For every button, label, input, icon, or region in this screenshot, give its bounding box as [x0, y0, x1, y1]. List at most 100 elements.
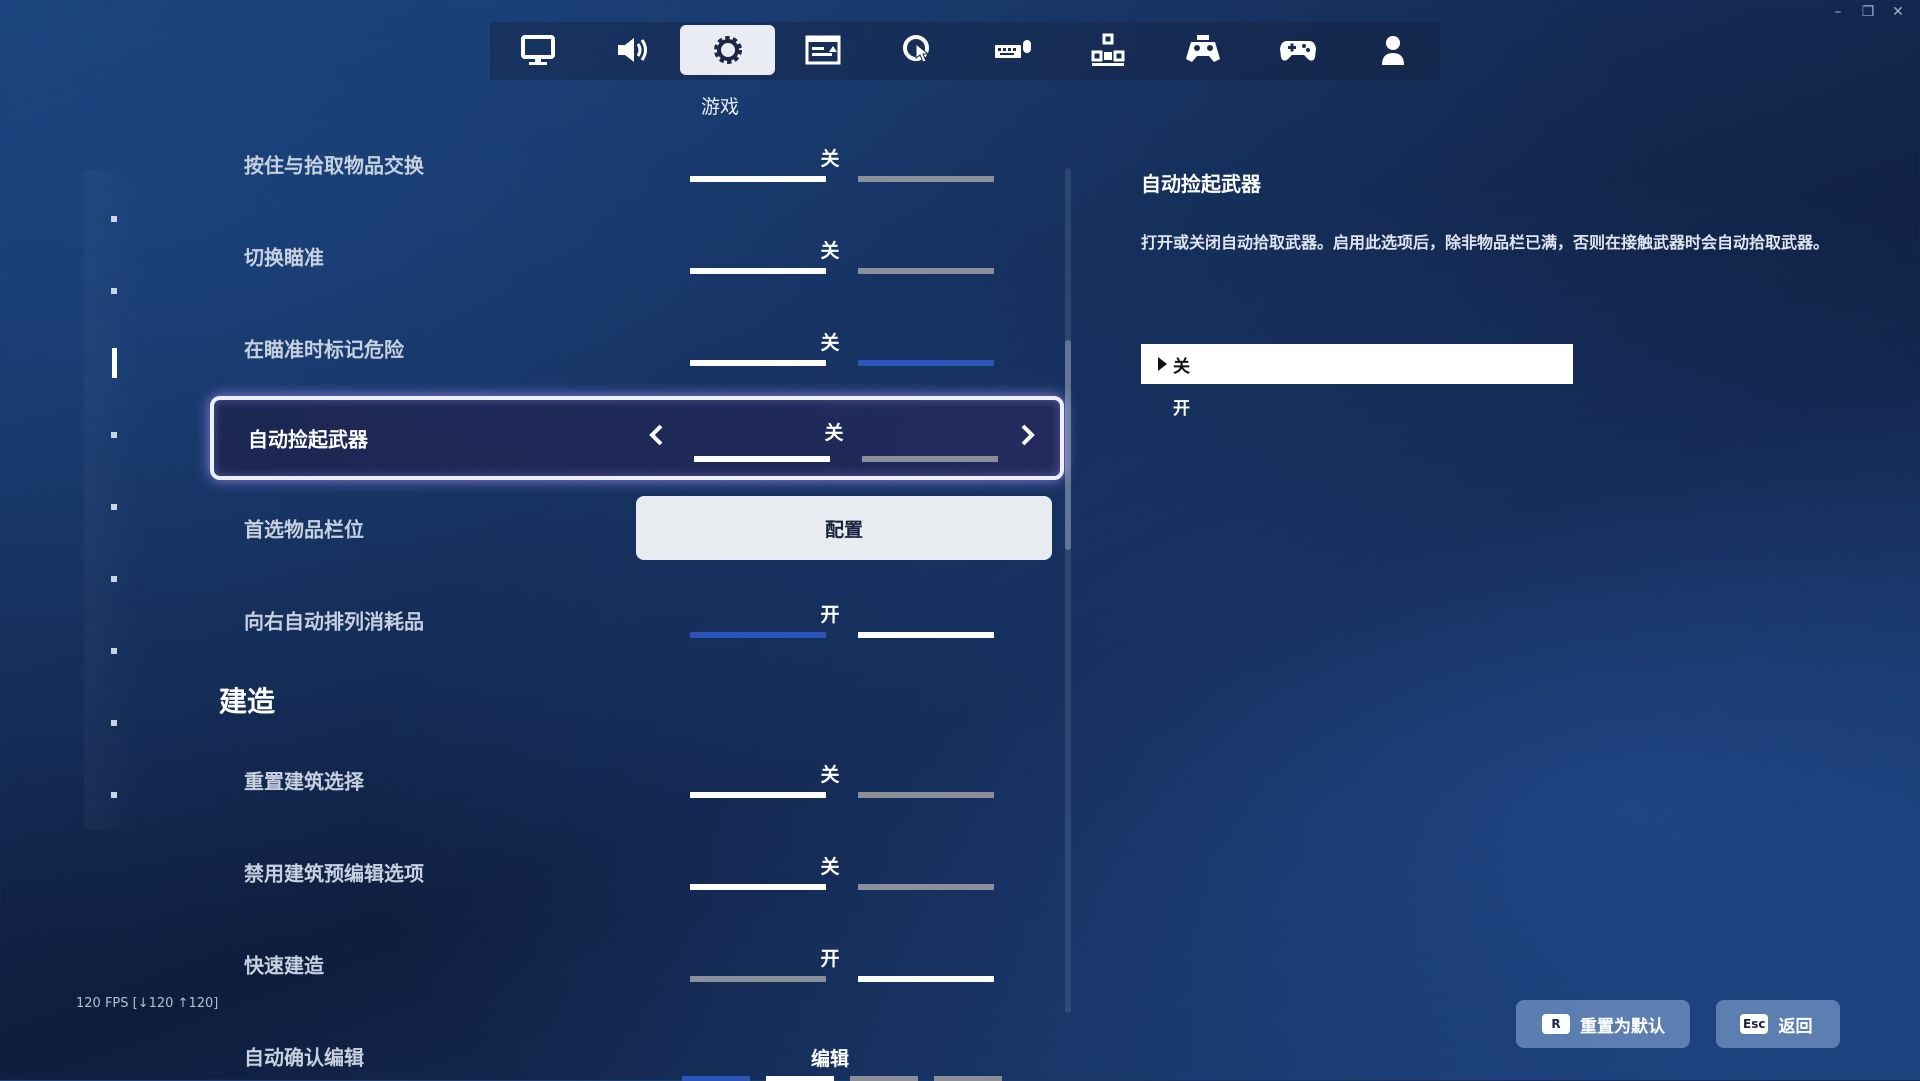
- section-dot[interactable]: [111, 648, 117, 654]
- controller-buttons-icon: [1091, 33, 1124, 66]
- setting-label: 向右自动排列消耗品: [244, 609, 424, 634]
- option-bar-off[interactable]: [690, 176, 826, 182]
- tab-account[interactable]: [1345, 25, 1440, 75]
- tab-subtitles[interactable]: [775, 25, 870, 75]
- setting-label: 禁用建筑预编辑选项: [244, 861, 424, 886]
- prev-option-button[interactable]: [644, 422, 670, 448]
- setting-value: 关: [820, 856, 840, 878]
- detail-description: 打开或关闭自动拾取武器。启用此选项后，除非物品栏已满，否则在接触武器时会自动拾取…: [1141, 233, 1830, 252]
- reset-default-label: 重置为默认: [1580, 1016, 1665, 1037]
- list-scrollbar-thumb[interactable]: [1065, 340, 1071, 550]
- reset-default-button[interactable]: R 重置为默认: [1516, 1000, 1690, 1048]
- setting-value: 开: [820, 948, 840, 970]
- option-bar-on[interactable]: [858, 632, 994, 638]
- option-label: 开: [1173, 398, 1190, 419]
- option-bar-on[interactable]: [858, 176, 994, 182]
- option-bar[interactable]: [682, 1076, 750, 1081]
- setting-row-auto-sort-right[interactable]: 向右自动排列消耗品 开: [210, 582, 1056, 658]
- setting-label: 按住与拾取物品交换: [244, 153, 424, 178]
- setting-row-auto-pickup-weapons[interactable]: 自动捡起武器 关: [210, 396, 1064, 480]
- setting-label: 快速建造: [244, 953, 324, 978]
- next-option-button[interactable]: [1014, 422, 1040, 448]
- option-bar-off[interactable]: [690, 884, 826, 890]
- option-bar-off[interactable]: [690, 360, 826, 366]
- list-scrollbar-track[interactable]: [1065, 168, 1071, 1013]
- option-bar[interactable]: [766, 1076, 834, 1081]
- minimize-icon[interactable]: –: [1830, 4, 1846, 20]
- setting-value: 关: [824, 422, 844, 444]
- tab-audio[interactable]: [585, 25, 680, 75]
- setting-value: 关: [820, 240, 840, 262]
- setting-row-disable-preedit[interactable]: 禁用建筑预编辑选项 关: [210, 834, 1056, 910]
- setting-value: 关: [820, 148, 840, 170]
- option-bar-off[interactable]: [690, 632, 826, 638]
- option-bar-on[interactable]: [858, 360, 994, 366]
- subtitles-icon: [805, 35, 840, 65]
- tab-keyboard-mouse[interactable]: [965, 25, 1060, 75]
- close-icon[interactable]: ✕: [1890, 4, 1906, 20]
- section-dot[interactable]: [111, 504, 117, 510]
- option-bar[interactable]: [850, 1076, 918, 1081]
- setting-label: 自动确认编辑: [244, 1045, 364, 1070]
- fps-counter: 120 FPS [↓120 ↑120]: [76, 996, 219, 1011]
- settings-tab-bar: [490, 22, 1440, 80]
- selected-marker-icon: [1158, 357, 1167, 371]
- section-dot[interactable]: [111, 288, 117, 294]
- option-bar-on[interactable]: [862, 456, 998, 462]
- option-bar-on[interactable]: [858, 268, 994, 274]
- key-hint-r: R: [1542, 1014, 1570, 1034]
- gamepad-icon: [1279, 41, 1316, 61]
- detail-option-on[interactable]: 开: [1141, 386, 1573, 426]
- setting-value: 开: [820, 604, 840, 626]
- section-dot[interactable]: [111, 432, 117, 438]
- gamepad-alt-icon: [1185, 35, 1220, 62]
- speaker-icon: [617, 38, 647, 62]
- section-dot[interactable]: [111, 576, 117, 582]
- option-label: 关: [1173, 356, 1190, 377]
- auto-confirm-option-bars: [682, 1076, 1002, 1081]
- tab-controller-buttons[interactable]: [1060, 25, 1155, 75]
- setting-row-toggle-aim[interactable]: 切换瞄准 关: [210, 218, 1056, 294]
- tab-accessibility[interactable]: [870, 25, 965, 75]
- section-dot[interactable]: [111, 792, 117, 798]
- gear-icon: [713, 36, 742, 64]
- tab-controller-alt[interactable]: [1155, 25, 1250, 75]
- setting-row-turbo-build[interactable]: 快速建造 开: [210, 926, 1056, 1002]
- setting-row-reset-building[interactable]: 重置建筑选择 关: [210, 742, 1056, 818]
- chevron-right-icon: [1021, 424, 1035, 446]
- detail-option-off[interactable]: 关: [1141, 344, 1573, 384]
- key-hint-esc: Esc: [1740, 1014, 1769, 1034]
- active-tab-caption: 游戏: [700, 96, 739, 118]
- section-heading-build: 建造: [219, 685, 276, 718]
- tab-controller[interactable]: [1250, 25, 1345, 75]
- setting-row-auto-confirm-edit[interactable]: 自动确认编辑 编辑: [210, 1016, 1056, 1080]
- section-dot[interactable]: [111, 216, 117, 222]
- section-dot[interactable]: [111, 720, 117, 726]
- option-bar-off[interactable]: [690, 792, 826, 798]
- option-bar[interactable]: [934, 1076, 1002, 1081]
- tab-game[interactable]: [680, 25, 775, 75]
- section-dot-active[interactable]: [112, 348, 117, 378]
- setting-label: 首选物品栏位: [244, 517, 364, 542]
- setting-row-mark-danger[interactable]: 在瞄准时标记危险 关: [210, 310, 1056, 386]
- account-icon: [1381, 36, 1404, 65]
- option-bar-off[interactable]: [694, 456, 830, 462]
- setting-label: 切换瞄准: [244, 245, 324, 270]
- setting-value: 关: [820, 764, 840, 786]
- maximize-icon[interactable]: ❐: [1860, 4, 1876, 20]
- tab-display[interactable]: [490, 25, 585, 75]
- option-bar-on[interactable]: [858, 976, 994, 982]
- section-scroll-indicator: [84, 170, 144, 830]
- option-bar-off[interactable]: [690, 976, 826, 982]
- setting-label: 重置建筑选择: [244, 769, 364, 794]
- option-bar-on[interactable]: [858, 884, 994, 890]
- option-bar-on[interactable]: [858, 792, 994, 798]
- back-button[interactable]: Esc 返回: [1716, 1000, 1840, 1048]
- configure-button[interactable]: 配置: [636, 496, 1052, 560]
- detail-title: 自动捡起武器: [1141, 172, 1261, 196]
- option-bar-off[interactable]: [690, 268, 826, 274]
- setting-row-swap-pickup[interactable]: 按住与拾取物品交换 关: [210, 126, 1056, 202]
- setting-value: 编辑: [810, 1048, 849, 1070]
- keyboard-mouse-icon: [994, 40, 1031, 58]
- setting-label: 自动捡起武器: [248, 427, 368, 452]
